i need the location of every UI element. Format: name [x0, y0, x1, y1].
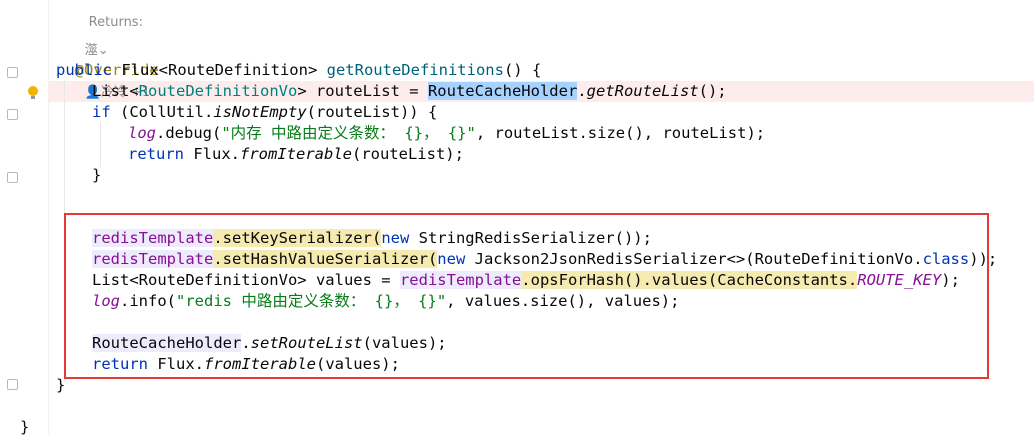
code-line[interactable]: return Flux.fromIterable(routeList); [128, 144, 464, 165]
code-token: , routeList.size(), routeList); [475, 124, 766, 142]
indent-guide [100, 122, 101, 167]
code-line[interactable]: if (CollUtil.isNotEmpty(routeList)) { [92, 102, 437, 123]
code-line[interactable]: log.debug("内存 中路由定义条数： {}， {}", routeLis… [128, 123, 765, 144]
code-token: } [20, 418, 30, 436]
code-token: () { [503, 61, 542, 79]
code-token: (CollUtil. [110, 103, 214, 121]
code-token: getRouteDefinitions [326, 61, 504, 79]
code-token: RouteDefinitionVo [138, 82, 298, 100]
code-token: return [128, 145, 184, 163]
fold-toggle-icon[interactable] [7, 172, 18, 183]
code-token: getRouteList [586, 82, 699, 100]
code-line[interactable]: List<RouteDefinitionVo> routeList = Rout… [92, 81, 727, 102]
code-line[interactable]: } [92, 165, 101, 186]
code-line[interactable]: } [20, 417, 29, 438]
code-token: } [92, 166, 102, 184]
lightbulb-icon[interactable] [27, 85, 39, 101]
gutter-separator [48, 0, 49, 434]
code-token: if [92, 103, 111, 121]
code-token: Flux. [184, 145, 240, 163]
code-token: List< [92, 82, 139, 100]
fold-toggle-icon[interactable] [7, 109, 18, 120]
code-token: (routeList); [351, 145, 464, 163]
code-token: .debug( [156, 124, 222, 142]
code-token: log [128, 124, 156, 142]
code-token: fromIterable [240, 145, 352, 163]
editor-gutter [0, 0, 48, 434]
code-line[interactable]: public Flux<RouteDefinition> getRouteDef… [56, 60, 541, 81]
code-token: public [56, 61, 112, 79]
code-token: isNotEmpty [213, 103, 307, 121]
code-token: Flux<RouteDefinition> [112, 61, 327, 79]
code-token: > routeList = [297, 82, 428, 100]
code-token: (); [698, 82, 727, 100]
code-token: (routeList)) { [306, 103, 438, 121]
code-token: "内存 中路由定义条数： {}， {}" [221, 124, 476, 142]
code-token: RouteCacheHolder [427, 82, 578, 100]
code-token: . [577, 82, 587, 100]
fold-toggle-icon[interactable] [7, 379, 18, 390]
fold-toggle-icon[interactable] [7, 67, 18, 78]
highlight-annotation-box [64, 213, 989, 379]
